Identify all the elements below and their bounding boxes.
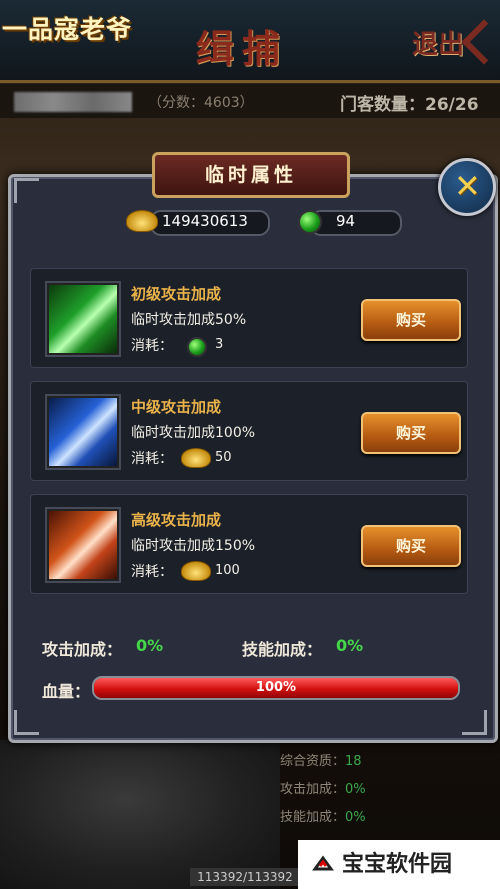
dialog-title: 临时属性	[152, 152, 350, 198]
attack-bonus-label: 攻击加成：	[42, 640, 123, 659]
close-button[interactable]: ✕	[438, 158, 496, 216]
item-name: 中级攻击加成	[131, 398, 222, 416]
watermark: 宝宝软件园	[298, 840, 500, 889]
corner-ornament	[14, 710, 39, 735]
jade-amount: 94	[336, 212, 356, 230]
bg-attack-stat: 攻击加成：0%	[280, 778, 366, 797]
aptitude-label: 综合资质：	[280, 754, 346, 769]
item-cost-value: 3	[215, 337, 224, 352]
bg-attack-label: 攻击加成：	[280, 782, 346, 797]
gold-ingot-icon	[181, 448, 211, 468]
aptitude-stat: 综合资质：18	[280, 750, 362, 769]
buy-button-mid[interactable]: 购买	[361, 412, 461, 454]
green-slash-icon	[47, 283, 119, 355]
item-row-advanced-attack: 高级攻击加成 临时攻击加成150% 消耗： 100 购买	[30, 494, 468, 594]
gold-ingot-icon	[126, 210, 158, 232]
blue-slash-icon	[47, 396, 119, 468]
item-row-mid-attack: 中级攻击加成 临时攻击加成100% 消耗： 50 购买	[30, 381, 468, 481]
player-name-blurred	[14, 92, 132, 112]
buy-button-basic[interactable]: 购买	[361, 299, 461, 341]
page-title: 缉捕	[196, 26, 289, 71]
bg-skill-value: 0%	[345, 810, 366, 825]
score-text: （分数：4603）	[148, 95, 254, 111]
skill-bonus-label: 技能加成：	[242, 640, 323, 659]
jade-icon	[298, 210, 322, 234]
item-desc: 临时攻击加成150%	[131, 538, 256, 554]
gold-amount: 149430613	[162, 212, 248, 230]
character-portrait	[0, 740, 280, 889]
game-logo: 一品寇老爷	[2, 15, 133, 44]
corner-ornament	[14, 178, 39, 203]
item-cost-value: 50	[215, 450, 232, 465]
close-icon[interactable]: ✕	[454, 167, 481, 205]
watermark-logo-icon	[312, 855, 334, 871]
item-cost-label: 消耗：	[131, 564, 173, 580]
bg-skill-label: 技能加成：	[280, 810, 346, 825]
bg-attack-value: 0%	[345, 782, 366, 797]
exit-button[interactable]: 退出	[412, 24, 464, 61]
jade-display	[310, 210, 402, 236]
hp-label: 血量：	[42, 682, 91, 701]
item-desc: 临时攻击加成100%	[131, 425, 256, 441]
jade-icon	[187, 337, 207, 357]
item-name: 初级攻击加成	[131, 285, 222, 303]
corner-ornament	[462, 710, 487, 735]
skill-bonus-value: 0%	[336, 636, 364, 655]
buy-button-advanced[interactable]: 购买	[361, 525, 461, 567]
item-cost-value: 100	[215, 563, 240, 578]
bg-hp-text: 113392/113392	[190, 868, 300, 886]
watermark-text: 宝宝软件园	[342, 852, 453, 877]
bg-skill-stat: 技能加成：0%	[280, 806, 366, 825]
item-name: 高级攻击加成	[131, 511, 222, 529]
hp-bar: 100%	[92, 676, 460, 700]
item-row-basic-attack: 初级攻击加成 临时攻击加成50% 消耗： 3 购买	[30, 268, 468, 368]
hp-value: 100%	[255, 680, 297, 695]
attack-bonus-value: 0%	[136, 636, 164, 655]
aptitude-value: 18	[345, 754, 362, 769]
item-cost-label: 消耗：	[131, 451, 173, 467]
item-cost-label: 消耗：	[131, 338, 173, 354]
item-desc: 临时攻击加成50%	[131, 312, 247, 328]
orange-slash-icon	[47, 509, 119, 581]
member-count: 门客数量：26/26	[340, 95, 479, 115]
gold-ingot-icon	[181, 561, 211, 581]
